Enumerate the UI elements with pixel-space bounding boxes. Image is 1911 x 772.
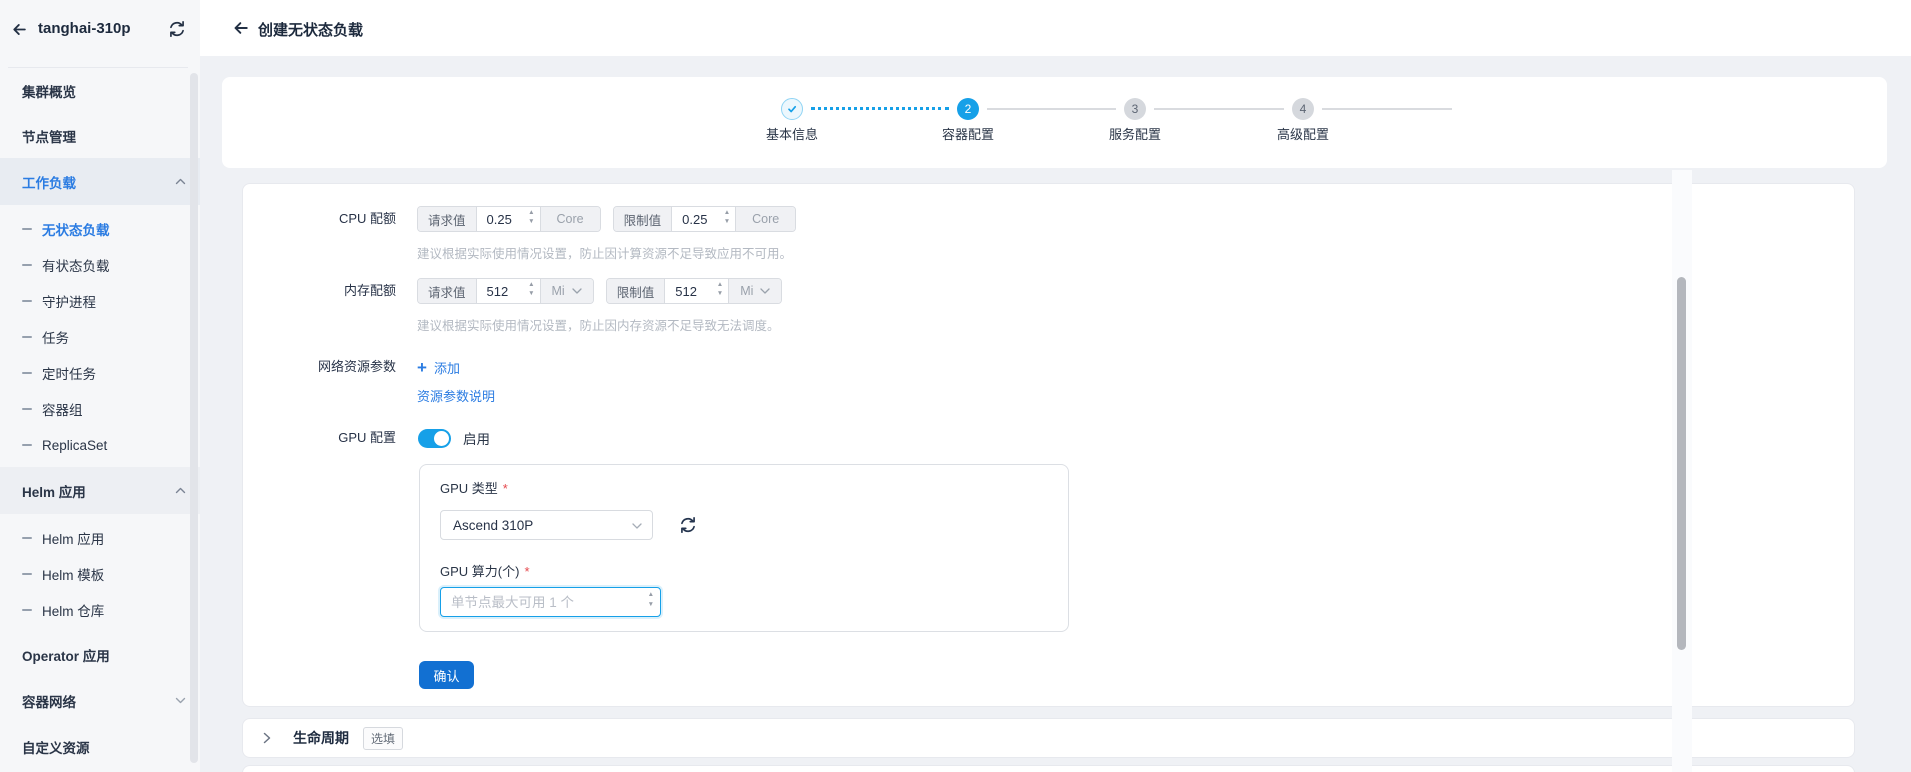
cpu-quota-label: CPU 配额: [243, 206, 396, 232]
page-title: 创建无状态负载: [258, 19, 363, 40]
sidebar-item-helm-repo[interactable]: Helm 仓库: [0, 592, 200, 628]
required-asterisk: *: [503, 481, 508, 496]
memory-request-label: 请求值: [418, 279, 477, 303]
chevron-down-icon: [760, 288, 770, 294]
memory-request-group: 请求值 ▲▼ Mi: [417, 278, 594, 304]
memory-limit-unit-select[interactable]: Mi: [728, 279, 781, 303]
cluster-refresh-icon[interactable]: [168, 20, 186, 38]
required-asterisk: *: [524, 564, 529, 579]
resource-params-doc-link[interactable]: 资源参数说明: [417, 389, 495, 404]
cluster-back-button[interactable]: [8, 19, 28, 39]
sidebar-item-cronjob[interactable]: 定时任务: [0, 355, 200, 391]
sidebar-item-daemonset[interactable]: 守护进程: [0, 283, 200, 319]
page-back-button[interactable]: [230, 18, 250, 38]
step-container-config[interactable]: 2: [957, 98, 979, 120]
stepper-card: 2 3 4 基本信息 容器配置 服务配置 高级配置: [222, 77, 1887, 168]
sidebar-section-workloads[interactable]: 工作负载: [0, 158, 200, 205]
cpu-request-stepper[interactable]: ▲▼: [528, 210, 534, 228]
helm-submenu: Helm 应用 Helm 模板 Helm 仓库: [0, 514, 200, 632]
app-window: tanghai-310p 集群概览 节点管理 工作负载 无状态负载 有状态负载 …: [0, 0, 1911, 772]
chevron-down-icon: [572, 288, 582, 294]
container-config-form: CPU 配额 请求值 ▲▼ Core 限制值 ▲▼: [242, 183, 1855, 707]
sidebar-item-stateful-workload[interactable]: 有状态负载: [0, 247, 200, 283]
cluster-name: tanghai-310p: [38, 20, 131, 37]
chevron-up-icon: [175, 178, 186, 185]
sidebar-item-node-management[interactable]: 节点管理: [0, 113, 200, 158]
sidebar-item-stateless-workload[interactable]: 无状态负载: [0, 211, 200, 247]
optional-badge: 选填: [363, 727, 403, 750]
sidebar-item-job[interactable]: 任务: [0, 319, 200, 355]
step-label-basic-info: 基本信息: [748, 124, 836, 143]
cpu-limit-stepper[interactable]: ▲▼: [724, 210, 730, 228]
cpu-limit-label: 限制值: [614, 207, 673, 231]
sidebar-item-operator-app[interactable]: Operator 应用: [0, 632, 200, 677]
sidebar-item-helm-template[interactable]: Helm 模板: [0, 556, 200, 592]
network-params-label: 网络资源参数: [243, 354, 396, 380]
sidebar-item-replicaset[interactable]: ReplicaSet: [0, 427, 200, 463]
memory-limit-label: 限制值: [607, 279, 666, 303]
sidebar-item-helm-app[interactable]: Helm 应用: [0, 520, 200, 556]
memory-limit-stepper[interactable]: ▲▼: [717, 282, 723, 300]
step-connector: [987, 108, 1116, 110]
lifecycle-title: 生命周期: [293, 728, 349, 748]
sidebar-menu: 集群概览 节点管理 工作负载 无状态负载 有状态负载 守护进程 任务 定时任务 …: [0, 68, 200, 769]
sidebar-item-custom-resource[interactable]: 自定义资源: [0, 724, 200, 769]
gpu-count-label: GPU 算力(个)*: [440, 565, 530, 579]
plus-icon: +: [417, 359, 427, 376]
cpu-limit-unit: Core: [735, 207, 795, 231]
memory-quota-hint: 建议根据实际使用情况设置，防止因内存资源不足导致无法调度。: [417, 315, 780, 334]
gpu-toggle-state-label: 启用: [463, 428, 490, 448]
gpu-type-label: GPU 类型*: [440, 482, 508, 496]
step-advanced-config[interactable]: 4: [1292, 98, 1314, 120]
cpu-request-unit: Core: [540, 207, 600, 231]
back-arrow-icon: [10, 21, 27, 38]
step-label-service-config: 服务配置: [1091, 124, 1179, 143]
gpu-count-stepper[interactable]: ▲▼: [648, 592, 654, 612]
gpu-settings-panel: GPU 类型* Ascend 310P GPU 算力(个)* ▲▼: [419, 464, 1069, 632]
gpu-count-input[interactable]: [440, 587, 661, 617]
gpu-config-label: GPU 配置: [243, 427, 396, 449]
lifecycle-section[interactable]: 生命周期 选填: [242, 718, 1855, 758]
memory-quota-label: 内存配额: [243, 278, 396, 304]
step-service-config[interactable]: 3: [1124, 98, 1146, 120]
chevron-down-icon: [632, 523, 642, 529]
cpu-request-group: 请求值 ▲▼ Core: [417, 206, 601, 232]
workloads-submenu: 无状态负载 有状态负载 守护进程 任务 定时任务 容器组 ReplicaSet: [0, 205, 200, 467]
memory-request-stepper[interactable]: ▲▼: [528, 282, 534, 300]
cpu-limit-group: 限制值 ▲▼ Core: [613, 206, 797, 232]
sidebar-header: tanghai-310p: [0, 0, 200, 68]
step-connector-done: [811, 107, 949, 110]
toggle-knob: [434, 431, 449, 446]
gpu-enable-toggle[interactable]: [418, 429, 451, 448]
cpu-quota-hint: 建议根据实际使用情况设置，防止因计算资源不足导致应用不可用。: [417, 243, 792, 262]
confirm-button[interactable]: 确认: [419, 661, 474, 689]
memory-limit-group: 限制值 ▲▼ Mi: [606, 278, 783, 304]
chevron-down-icon: [175, 697, 186, 704]
sidebar: tanghai-310p 集群概览 节点管理 工作负载 无状态负载 有状态负载 …: [0, 0, 200, 772]
next-section-card[interactable]: [242, 765, 1855, 772]
chevron-right-icon: [263, 732, 271, 744]
gpu-type-select[interactable]: Ascend 310P: [440, 510, 653, 540]
sidebar-item-pods[interactable]: 容器组: [0, 391, 200, 427]
sidebar-section-container-network[interactable]: 容器网络: [0, 677, 200, 724]
page-header: 创建无状态负载: [200, 0, 1911, 56]
step-connector-trailing: [1322, 108, 1452, 110]
content-area: 2 3 4 基本信息 容器配置 服务配置 高级配置 CPU 配额 请求值: [200, 56, 1911, 772]
sidebar-section-helm[interactable]: Helm 应用: [0, 467, 200, 514]
sidebar-scrollbar[interactable]: [190, 73, 198, 763]
sidebar-item-cluster-overview[interactable]: 集群概览: [0, 68, 200, 113]
step-label-advanced-config: 高级配置: [1259, 124, 1347, 143]
step-label-container-config: 容器配置: [924, 124, 1012, 143]
network-add-button[interactable]: + 添加: [417, 354, 460, 380]
chevron-up-icon: [175, 487, 186, 494]
gpu-type-refresh-icon[interactable]: [679, 516, 697, 534]
content-scrollbar-thumb[interactable]: [1677, 277, 1686, 650]
cpu-request-label: 请求值: [418, 207, 477, 231]
memory-request-unit-select[interactable]: Mi: [540, 279, 593, 303]
back-arrow-icon: [231, 19, 249, 37]
step-check-icon: [786, 103, 798, 115]
step-basic-info[interactable]: [781, 98, 803, 120]
step-connector: [1154, 108, 1284, 110]
